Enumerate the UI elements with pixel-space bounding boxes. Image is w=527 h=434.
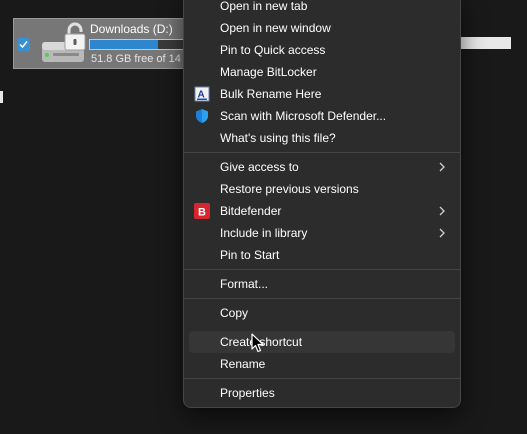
menu-item-open-in-new-window[interactable]: Open in new window [189, 17, 455, 39]
menu-separator [184, 378, 460, 379]
menu-separator [184, 298, 460, 299]
menu-item-bitdefender[interactable]: B Bitdefender [189, 200, 455, 222]
menu-item-label: Manage BitLocker [220, 65, 317, 79]
drive-free-space: 51.8 GB free of 14 [91, 53, 181, 65]
menu-item-label: Scan with Microsoft Defender... [220, 109, 387, 123]
menu-item-properties[interactable]: Properties [189, 382, 455, 404]
menu-item-scan-with-microsoft-defender[interactable]: Scan with Microsoft Defender... [189, 105, 455, 127]
menu-item-label: Bitdefender [220, 204, 282, 218]
checkbox-checked-icon[interactable] [17, 38, 30, 51]
menu-item-manage-bitlocker[interactable]: Manage BitLocker [189, 61, 455, 83]
menu-item-label: Open in new window [220, 21, 331, 35]
defender-shield-icon [194, 108, 210, 124]
menu-item-label: What's using this file? [220, 131, 336, 145]
menu-item-label: Copy [220, 306, 249, 320]
svg-text:B: B [198, 207, 206, 219]
menu-item-open-in-new-tab[interactable]: Open in new tab [189, 0, 455, 17]
drive-bitlocker-unlocked-icon [39, 22, 89, 66]
menu-item-pin-to-start[interactable]: Pin to Start [189, 244, 455, 266]
menu-item-rename[interactable]: Rename [189, 353, 455, 375]
menu-item-what-s-using-this-file[interactable]: What's using this file? [189, 127, 455, 149]
menu-item-label: Give access to [220, 160, 299, 174]
background-mark [0, 91, 3, 103]
chevron-right-icon [437, 227, 447, 239]
menu-item-pin-to-quick-access[interactable]: Pin to Quick access [189, 39, 455, 61]
explorer-desktop: Downloads (D:) 51.8 GB free of 14 Open i… [0, 0, 527, 434]
menu-item-label: Open in new tab [220, 0, 308, 13]
menu-item-create-shortcut[interactable]: Create shortcut [189, 331, 455, 353]
menu-item-bulk-rename-here[interactable]: A Bulk Rename Here [189, 83, 455, 105]
menu-item-label: Properties [220, 386, 275, 400]
bulk-rename-icon: A [194, 86, 210, 102]
menu-item-label: Include in library [220, 226, 308, 240]
menu-item-label: Rename [220, 357, 266, 371]
menu-item-format[interactable]: Format... [189, 273, 455, 295]
background-bar [459, 37, 511, 49]
mouse-cursor-icon [251, 333, 265, 353]
menu-separator [184, 269, 460, 270]
chevron-right-icon [437, 205, 447, 217]
menu-item-label: Restore previous versions [220, 182, 359, 196]
chevron-right-icon [437, 161, 447, 173]
menu-item-restore-previous-versions[interactable]: Restore previous versions [189, 178, 455, 200]
drive-name: Downloads (D:) [90, 22, 173, 36]
menu-separator [184, 152, 460, 153]
menu-item-copy[interactable]: Copy [189, 302, 455, 324]
drive-usage-fill [90, 40, 159, 49]
context-menu: Open in new tab Open in new window Pin to … [183, 0, 461, 408]
menu-item-give-access-to[interactable]: Give access to [189, 156, 455, 178]
menu-item-label: Pin to Start [220, 248, 280, 262]
menu-item-label: Bulk Rename Here [220, 87, 322, 101]
menu-item-label: Pin to Quick access [220, 43, 326, 57]
bitdefender-icon: B [194, 203, 210, 219]
menu-item-include-in-library[interactable]: Include in library [189, 222, 455, 244]
menu-item-label: Format... [220, 277, 269, 291]
